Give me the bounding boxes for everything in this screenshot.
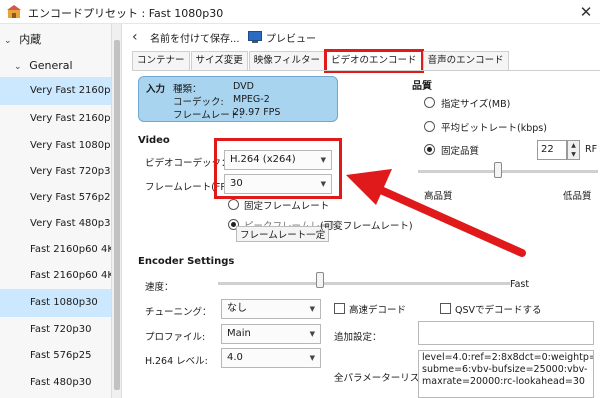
speed-label: 速度： <box>145 282 174 293</box>
preview-monitor-icon <box>248 31 262 43</box>
level-select[interactable]: 4.0 ▼ <box>221 348 321 368</box>
params-line: level=4.0:ref=2:8x8dct=0:weightp=1: <box>422 352 594 363</box>
save-as-button[interactable]: 名前を付けて保存... <box>150 30 240 45</box>
fast-decode-label: 高速デコード <box>349 305 407 316</box>
window-title: エンコードプリセット : Fast 1080p30 <box>28 7 224 20</box>
video-heading: Video <box>138 135 170 146</box>
sidebar-item-preset[interactable]: Fast 480p30 <box>0 369 111 397</box>
params-line: subme=6:vbv-bufsize=25000:vbv- <box>422 364 588 375</box>
sidebar-group-builtin[interactable]: ⌄ 内蔵 <box>0 26 111 54</box>
sidebar-item-preset[interactable]: Very Fast 2160p6 <box>0 77 111 105</box>
chevron-down-icon: ▼ <box>309 330 315 338</box>
sidebar-group-general[interactable]: ⌄ General <box>0 52 111 80</box>
source-heading: 入力 <box>146 84 166 95</box>
preset-sidebar: ⌄ 内蔵 ⌄ General Very Fast 2160p6 Very Fas… <box>0 24 112 398</box>
tab-divider <box>132 70 600 71</box>
tab-filters[interactable]: 映像フィルター <box>248 51 326 71</box>
sidebar-item-preset[interactable]: Fast 720p30 <box>0 316 111 344</box>
tab-dimensions[interactable]: サイズ変更 <box>190 51 248 71</box>
quality-heading: 品質 <box>412 81 432 92</box>
radio-target-size-label: 指定サイズ(MB) <box>441 99 511 110</box>
sidebar-item-preset[interactable]: Very Fast 720p30 <box>0 158 111 186</box>
extra-options-label: 追加設定： <box>334 332 382 343</box>
settings-tabs: コンテナー サイズ変更 映像フィルター ビデオのエンコード 音声のエンコード <box>132 49 510 73</box>
source-type-label: 種類： <box>173 84 202 95</box>
sidebar-item-label: 内蔵 <box>19 33 42 46</box>
radio-constant-quality[interactable] <box>424 144 435 155</box>
radio-avg-bitrate-label: 平均ビットレート(kbps) <box>441 123 547 134</box>
tab-video[interactable]: ビデオのエンコード <box>324 49 424 73</box>
tune-select[interactable]: なし ▼ <box>221 299 321 319</box>
tab-audio[interactable]: 音声のエンコード <box>422 51 509 71</box>
sidebar-item-preset[interactable]: Very Fast 480p30 <box>0 210 111 238</box>
radio-avg-bitrate[interactable] <box>424 121 435 132</box>
sidebar-item-preset[interactable]: Very Fast 2160p6 <box>0 105 111 133</box>
rf-label: RF <box>585 144 598 155</box>
framerate-tooltip: フレームレート一定 <box>236 226 330 242</box>
radio-target-size[interactable] <box>424 97 435 108</box>
highlight-box <box>214 138 342 199</box>
sidebar-scrollbar-thumb[interactable] <box>114 40 120 390</box>
extra-options-input[interactable] <box>418 321 594 345</box>
chevron-down-icon: ▼ <box>309 305 315 313</box>
profile-label: プロファイル: <box>145 332 206 343</box>
tune-value: なし <box>227 303 247 314</box>
level-label: H.264 レベル: <box>145 356 208 367</box>
source-codec-label: コーデック: <box>173 97 224 108</box>
qsv-decode-checkbox[interactable] <box>440 303 451 314</box>
profile-value: Main <box>227 328 251 339</box>
sidebar-item-preset[interactable]: Fast 2160p60 4K <box>0 236 111 264</box>
sidebar-item-preset[interactable]: Fast 576p25 <box>0 342 111 370</box>
speed-slider-track[interactable] <box>218 282 510 285</box>
source-framerate-value: 29.97 FPS <box>233 107 281 118</box>
quality-low-label: 低品質 <box>563 191 592 202</box>
sidebar-item-preset[interactable]: Fast 1080p30 <box>0 289 111 317</box>
back-arrow-icon[interactable]: ‹ <box>132 29 138 45</box>
rf-value-input[interactable]: 22 <box>537 140 567 160</box>
sidebar-item-preset[interactable]: Very Fast 576p25 <box>0 184 111 212</box>
rf-spinner[interactable]: ▲ ▼ <box>567 140 580 160</box>
red-arrow-annotation <box>346 169 526 257</box>
source-info-box: 入力 種類： DVD コーデック: MPEG-2 フレームレート: 29.97 … <box>138 76 338 122</box>
speed-slider-thumb[interactable] <box>316 272 324 288</box>
tune-label: チューニング： <box>145 307 212 318</box>
tab-container[interactable]: コンテナー <box>132 51 190 71</box>
speed-value: Fast <box>510 279 530 290</box>
fast-decode-checkbox[interactable] <box>334 303 345 314</box>
level-value: 4.0 <box>227 352 243 363</box>
params-line: maxrate=20000:rc-lookahead=30 <box>422 376 585 387</box>
params-list-box[interactable]: level=4.0:ref=2:8x8dct=0:weightp=1: subm… <box>418 350 594 398</box>
sidebar-item-label: General <box>29 59 73 72</box>
close-button[interactable]: ✕ <box>574 2 598 22</box>
chevron-down-icon: ⌄ <box>4 36 12 46</box>
sidebar-item-preset[interactable]: Fast 2160p60 4K <box>0 262 111 290</box>
radio-constant-framerate[interactable] <box>228 199 239 210</box>
handbrake-app-icon <box>7 5 21 18</box>
preview-button[interactable]: プレビュー <box>266 30 316 45</box>
sidebar-item-preset[interactable]: Very Fast 1080p3 <box>0 132 111 160</box>
source-framerate-label: フレームレート: <box>173 110 243 121</box>
chevron-down-icon: ⌄ <box>14 62 22 72</box>
qsv-decode-label: QSVでデコードする <box>455 305 542 316</box>
radio-constant-framerate-label: 固定フレームレート <box>244 201 330 212</box>
radio-constant-quality-label: 固定品質 <box>441 146 480 157</box>
chevron-down-icon: ▼ <box>309 354 315 362</box>
source-codec-value: MPEG-2 <box>233 94 270 105</box>
profile-select[interactable]: Main ▼ <box>221 324 321 344</box>
encoder-settings-heading: Encoder Settings <box>138 256 235 267</box>
source-type-value: DVD <box>233 81 254 92</box>
